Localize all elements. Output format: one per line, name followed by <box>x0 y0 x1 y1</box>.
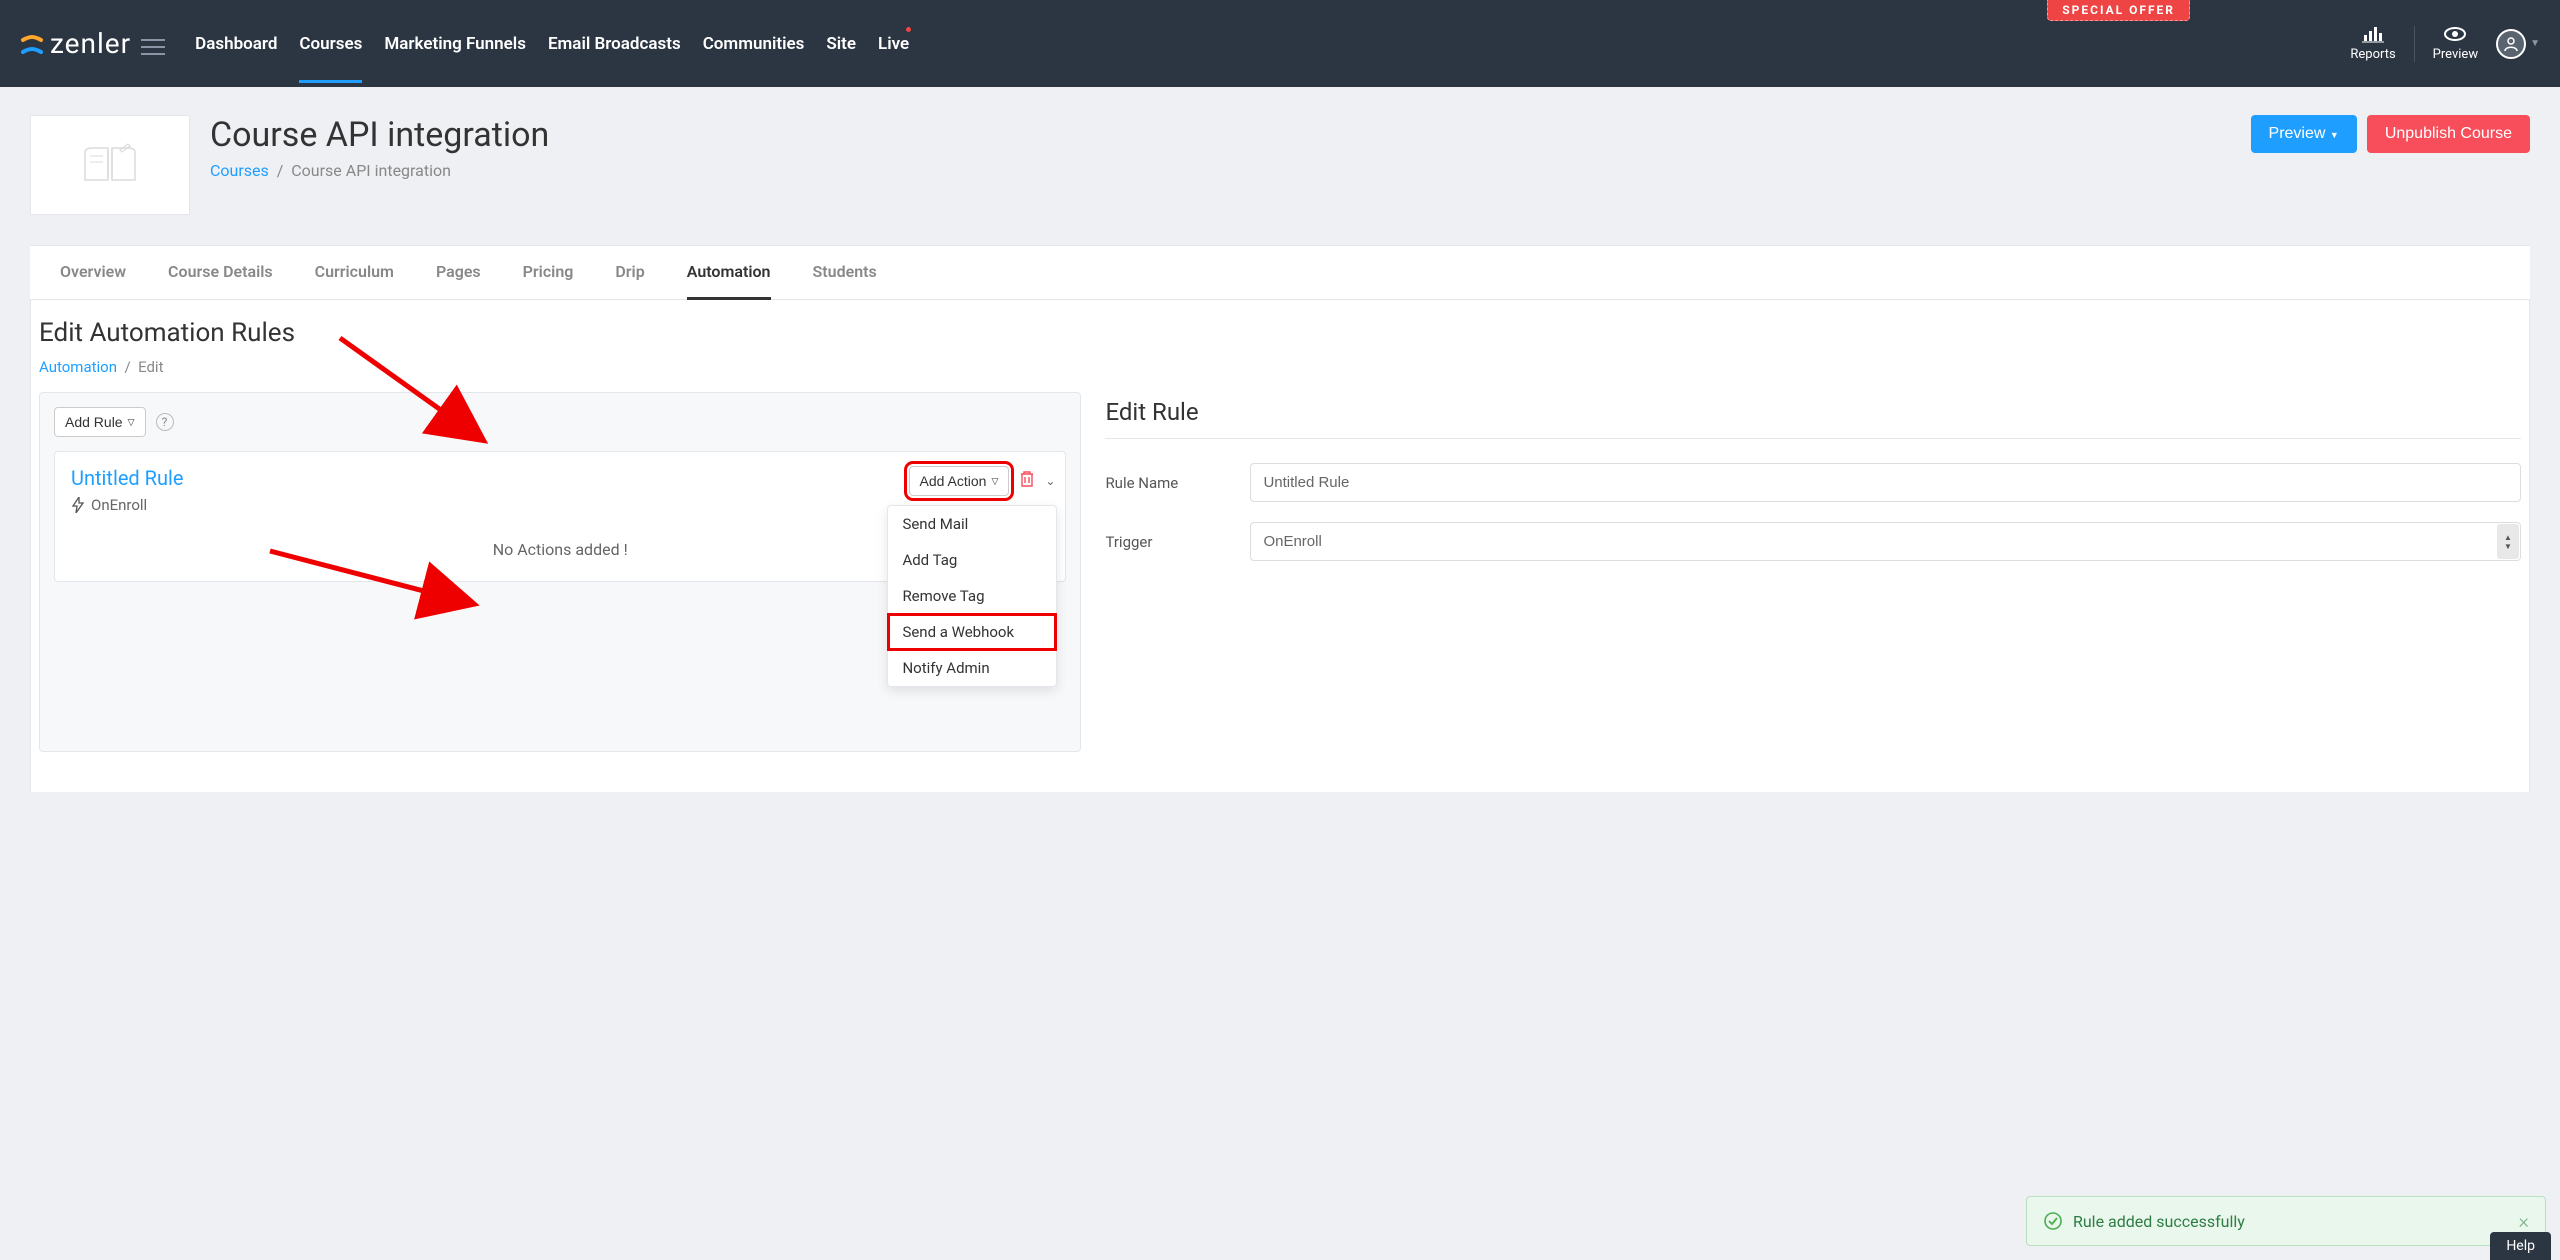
nav-courses[interactable]: Courses <box>299 4 362 83</box>
form-row-rule-name: Rule Name <box>1105 463 2521 502</box>
success-toast: Rule added successfully × <box>2026 1196 2546 1246</box>
nav-communities[interactable]: Communities <box>703 4 805 83</box>
page-title: Course API integration <box>210 115 549 155</box>
add-action-label: Add Action <box>920 473 987 489</box>
help-icon[interactable]: ? <box>156 413 174 431</box>
lightning-icon <box>71 497 85 513</box>
tab-pages[interactable]: Pages <box>436 246 481 299</box>
dropdown-send-webhook[interactable]: Send a Webhook <box>888 614 1056 650</box>
nav-preview[interactable]: Preview <box>2433 25 2478 62</box>
top-nav: SPECIAL OFFER zenler Dashboard Courses M… <box>0 0 2560 87</box>
add-rule-button[interactable]: Add Rule ▽ <box>54 407 146 437</box>
nav-reports-label: Reports <box>2350 47 2395 62</box>
hamburger-icon[interactable] <box>141 34 165 54</box>
logo-text: zenler <box>50 27 131 60</box>
header-actions: Preview ▼ Unpublish Course <box>2251 115 2530 153</box>
bar-chart-icon <box>2362 25 2384 43</box>
nav-divider <box>2414 26 2415 62</box>
chevron-down-icon: ▽ <box>991 476 998 487</box>
tab-drip[interactable]: Drip <box>615 246 644 299</box>
rules-panel: Add Rule ▽ ? Untitled Rule OnEnroll Add … <box>39 392 1081 752</box>
rule-title[interactable]: Untitled Rule <box>71 466 1049 490</box>
tabs-bar: Overview Course Details Curriculum Pages… <box>30 245 2530 300</box>
preview-button[interactable]: Preview ▼ <box>2251 115 2357 153</box>
rule-name-label: Rule Name <box>1105 474 1250 492</box>
content-breadcrumb: Automation / Edit <box>31 358 2529 376</box>
page-header: Course API integration Courses / Course … <box>0 87 2560 235</box>
trigger-select-wrap: OnEnroll ▲▼ <box>1250 522 2521 561</box>
add-rule-label: Add Rule <box>65 414 123 430</box>
rule-name-input[interactable] <box>1250 463 2521 502</box>
chevron-down-icon: ▽ <box>128 417 135 428</box>
tab-pricing[interactable]: Pricing <box>523 246 574 299</box>
edit-rule-panel: Edit Rule Rule Name Trigger OnEnroll ▲▼ <box>1105 392 2521 752</box>
help-button[interactable]: Help <box>2490 1232 2551 1260</box>
nav-email-broadcasts[interactable]: Email Broadcasts <box>548 4 681 83</box>
form-row-trigger: Trigger OnEnroll ▲▼ <box>1105 522 2521 561</box>
trigger-select[interactable]: OnEnroll <box>1250 522 2521 561</box>
logo-section: zenler <box>20 27 165 60</box>
logo-icon <box>20 32 44 56</box>
chevron-down-icon: ▼ <box>2530 38 2540 49</box>
user-icon <box>2502 35 2520 53</box>
add-action-button[interactable]: Add Action ▽ <box>909 466 1010 496</box>
chevron-down-icon: ▼ <box>2330 130 2339 140</box>
two-column-layout: Add Rule ▽ ? Untitled Rule OnEnroll Add … <box>31 392 2529 752</box>
chevron-down-icon[interactable]: ⌄ <box>1045 474 1055 488</box>
rule-actions-row: Add Action ▽ ⌄ <box>909 466 1056 496</box>
nav-items: Dashboard Courses Marketing Funnels Emai… <box>195 4 909 83</box>
automation-title: Edit Automation Rules <box>31 318 2529 348</box>
nav-right: Reports Preview ▼ <box>2350 25 2540 62</box>
tab-overview[interactable]: Overview <box>60 246 126 299</box>
rule-card: Untitled Rule OnEnroll Add Action ▽ <box>54 451 1066 582</box>
automation-breadcrumb-root[interactable]: Automation <box>39 358 117 376</box>
nav-preview-label: Preview <box>2433 47 2478 62</box>
rule-trigger-label: OnEnroll <box>91 496 147 514</box>
add-action-dropdown: Send Mail Add Tag Remove Tag Send a Webh… <box>887 505 1057 687</box>
trigger-label: Trigger <box>1105 533 1250 551</box>
content-header: Edit Automation Rules <box>31 318 2529 348</box>
logo[interactable]: zenler <box>20 27 131 60</box>
avatar <box>2496 29 2526 59</box>
nav-site[interactable]: Site <box>826 4 856 83</box>
eye-icon <box>2444 25 2466 43</box>
nav-live[interactable]: Live <box>878 4 909 83</box>
tab-automation[interactable]: Automation <box>687 246 771 300</box>
tab-students[interactable]: Students <box>813 246 877 299</box>
edit-rule-title: Edit Rule <box>1105 398 2521 439</box>
dropdown-notify-admin[interactable]: Notify Admin <box>888 650 1056 686</box>
check-circle-icon <box>2043 1211 2063 1231</box>
dropdown-send-mail[interactable]: Send Mail <box>888 506 1056 542</box>
automation-breadcrumb-current: Edit <box>138 358 163 376</box>
user-menu[interactable]: ▼ <box>2496 29 2540 59</box>
trash-icon[interactable] <box>1019 470 1035 492</box>
preview-button-label: Preview <box>2269 125 2326 142</box>
nav-reports[interactable]: Reports <box>2350 25 2395 62</box>
breadcrumb-current: Course API integration <box>291 161 451 180</box>
nav-live-label: Live <box>878 34 909 54</box>
add-rule-section: Add Rule ▽ ? <box>54 407 1066 437</box>
content: Edit Automation Rules Automation / Edit <box>30 300 2530 792</box>
live-indicator-dot <box>906 27 911 32</box>
close-icon[interactable]: × <box>2519 1209 2529 1233</box>
toast-message: Rule added successfully <box>2073 1212 2245 1231</box>
nav-marketing-funnels[interactable]: Marketing Funnels <box>384 4 526 83</box>
page-title-section: Course API integration Courses / Course … <box>210 115 549 180</box>
breadcrumb: Courses / Course API integration <box>210 161 549 180</box>
breadcrumb-root[interactable]: Courses <box>210 161 269 180</box>
dropdown-remove-tag[interactable]: Remove Tag <box>888 578 1056 614</box>
tab-course-details[interactable]: Course Details <box>168 246 273 299</box>
nav-dashboard[interactable]: Dashboard <box>195 4 277 83</box>
tab-curriculum[interactable]: Curriculum <box>315 246 394 299</box>
special-offer-badge[interactable]: SPECIAL OFFER <box>2047 0 2190 21</box>
course-thumbnail <box>30 115 190 215</box>
book-icon <box>80 142 140 188</box>
unpublish-button[interactable]: Unpublish Course <box>2367 115 2530 153</box>
dropdown-add-tag[interactable]: Add Tag <box>888 542 1056 578</box>
